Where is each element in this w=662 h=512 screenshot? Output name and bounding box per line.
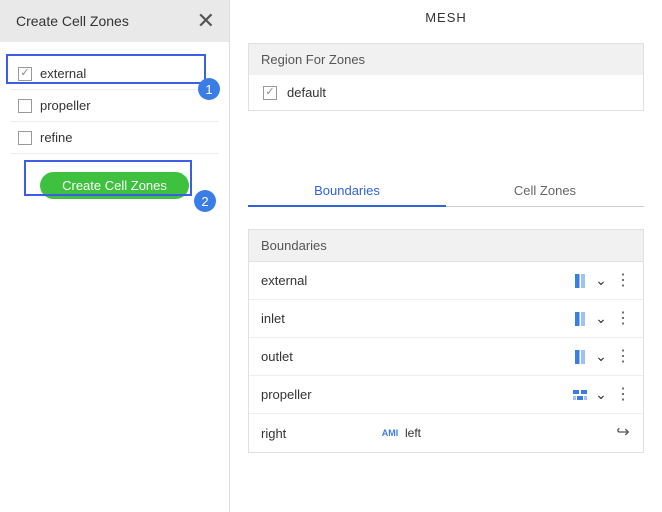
boundary-row-external[interactable]: external ⌄ ⋮ (249, 262, 643, 300)
main-pane: MESH Region For Zones default Boundaries… (230, 0, 662, 512)
region-header: Region For Zones (249, 44, 643, 75)
checkbox-icon[interactable] (18, 67, 32, 81)
link-icon[interactable]: ↪ (613, 429, 633, 437)
zone-option-label: refine (40, 130, 73, 145)
kebab-icon[interactable]: ⋮ (613, 391, 633, 399)
boundary-tabs: Boundaries Cell Zones (248, 175, 644, 207)
boundary-name: propeller (261, 387, 571, 402)
boundary-name: right (261, 426, 381, 441)
chevron-down-icon[interactable]: ⌄ (589, 386, 613, 403)
close-icon[interactable]: ✕ (197, 10, 215, 32)
boundary-name: outlet (261, 349, 571, 364)
boundaries-table: Boundaries external ⌄ ⋮ inlet ⌄ ⋮ outlet… (248, 229, 644, 453)
kebab-icon[interactable]: ⋮ (613, 315, 633, 323)
boundary-name: external (261, 273, 571, 288)
patch-type-icon (571, 350, 589, 364)
patch-type-icon (571, 274, 589, 288)
region-item-label: default (287, 85, 326, 100)
patch-type-icon (571, 312, 589, 326)
region-card: Region For Zones default (248, 43, 644, 111)
boundary-row-inlet[interactable]: inlet ⌄ ⋮ (249, 300, 643, 338)
zone-option-refine[interactable]: refine (10, 122, 219, 154)
boundary-name: inlet (261, 311, 571, 326)
tab-boundaries[interactable]: Boundaries (248, 175, 446, 206)
checkbox-icon[interactable] (18, 131, 32, 145)
page-title: MESH (248, 0, 644, 43)
kebab-icon[interactable]: ⋮ (613, 277, 633, 285)
wall-type-icon (571, 390, 589, 400)
checkbox-icon[interactable] (18, 99, 32, 113)
boundary-pair-label: left (405, 426, 613, 440)
tab-cell-zones[interactable]: Cell Zones (446, 175, 644, 206)
create-cell-zones-button[interactable]: Create Cell Zones (40, 172, 189, 199)
callout-badge-1: 1 (198, 78, 220, 100)
region-item-default[interactable]: default (249, 75, 643, 110)
sidebar-panel: Create Cell Zones ✕ 1 external propeller… (0, 0, 230, 512)
sidebar-header: Create Cell Zones ✕ (0, 0, 229, 42)
checkbox-icon[interactable] (263, 86, 277, 100)
chevron-down-icon[interactable]: ⌄ (589, 310, 613, 327)
boundary-row-propeller[interactable]: propeller ⌄ ⋮ (249, 376, 643, 414)
zone-option-external[interactable]: external (10, 58, 219, 90)
zone-option-label: propeller (40, 98, 91, 113)
chevron-down-icon[interactable]: ⌄ (589, 348, 613, 365)
boundary-row-outlet[interactable]: outlet ⌄ ⋮ (249, 338, 643, 376)
boundary-row-right[interactable]: right AMI left ↪ (249, 414, 643, 452)
boundaries-table-header: Boundaries (249, 230, 643, 262)
chevron-down-icon[interactable]: ⌄ (589, 272, 613, 289)
ami-icon: AMI (381, 429, 399, 438)
zone-option-propeller[interactable]: propeller (10, 90, 219, 122)
sidebar-title: Create Cell Zones (16, 13, 129, 29)
callout-badge-2: 2 (194, 190, 216, 212)
kebab-icon[interactable]: ⋮ (613, 353, 633, 361)
zone-option-label: external (40, 66, 86, 81)
